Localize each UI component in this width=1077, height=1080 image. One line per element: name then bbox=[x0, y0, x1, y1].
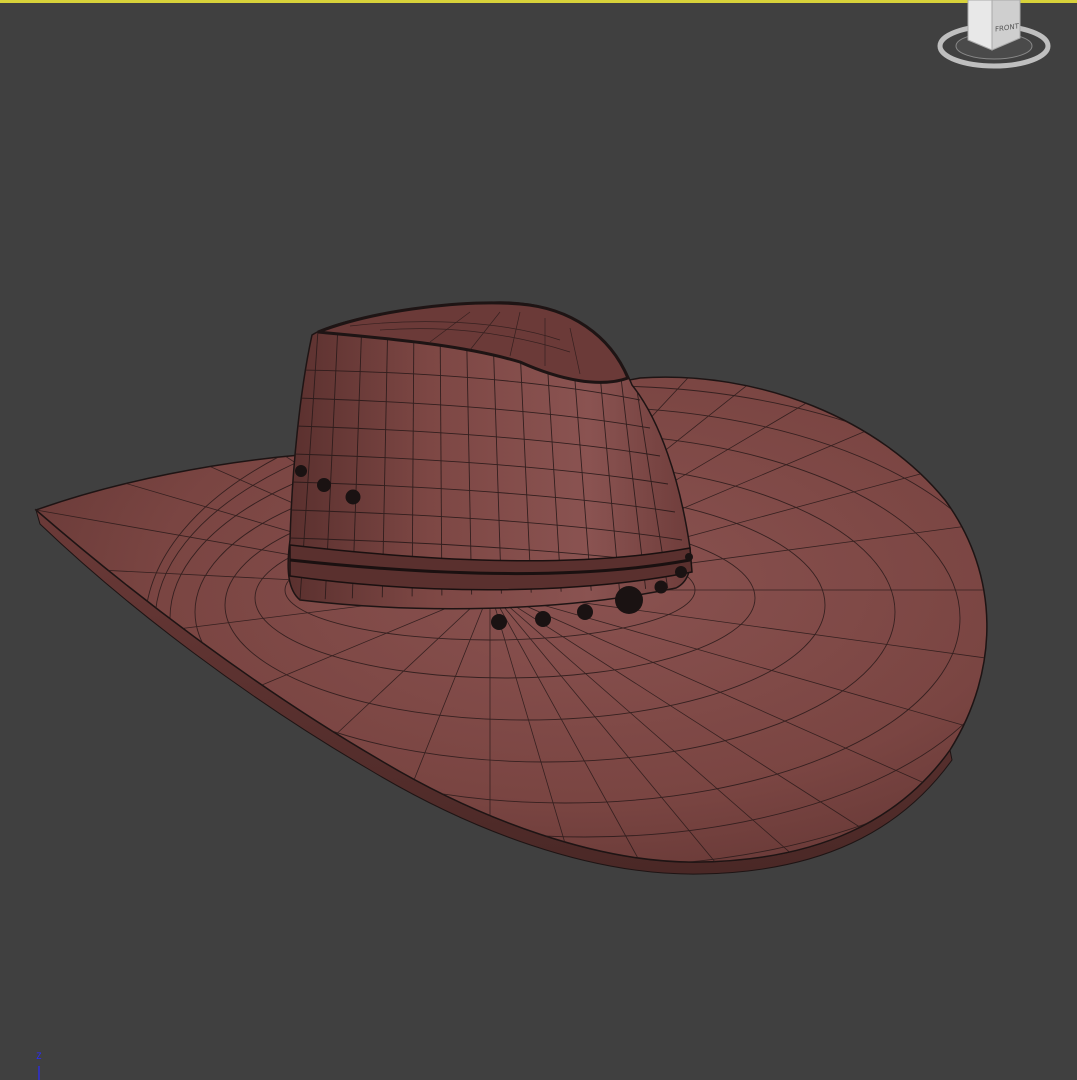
hat-model[interactable] bbox=[0, 0, 1077, 1080]
viewcube[interactable] bbox=[936, 0, 1052, 74]
z-axis-label: Z bbox=[36, 1052, 42, 1062]
3d-viewport[interactable]: FRONT Z bbox=[0, 0, 1077, 1080]
